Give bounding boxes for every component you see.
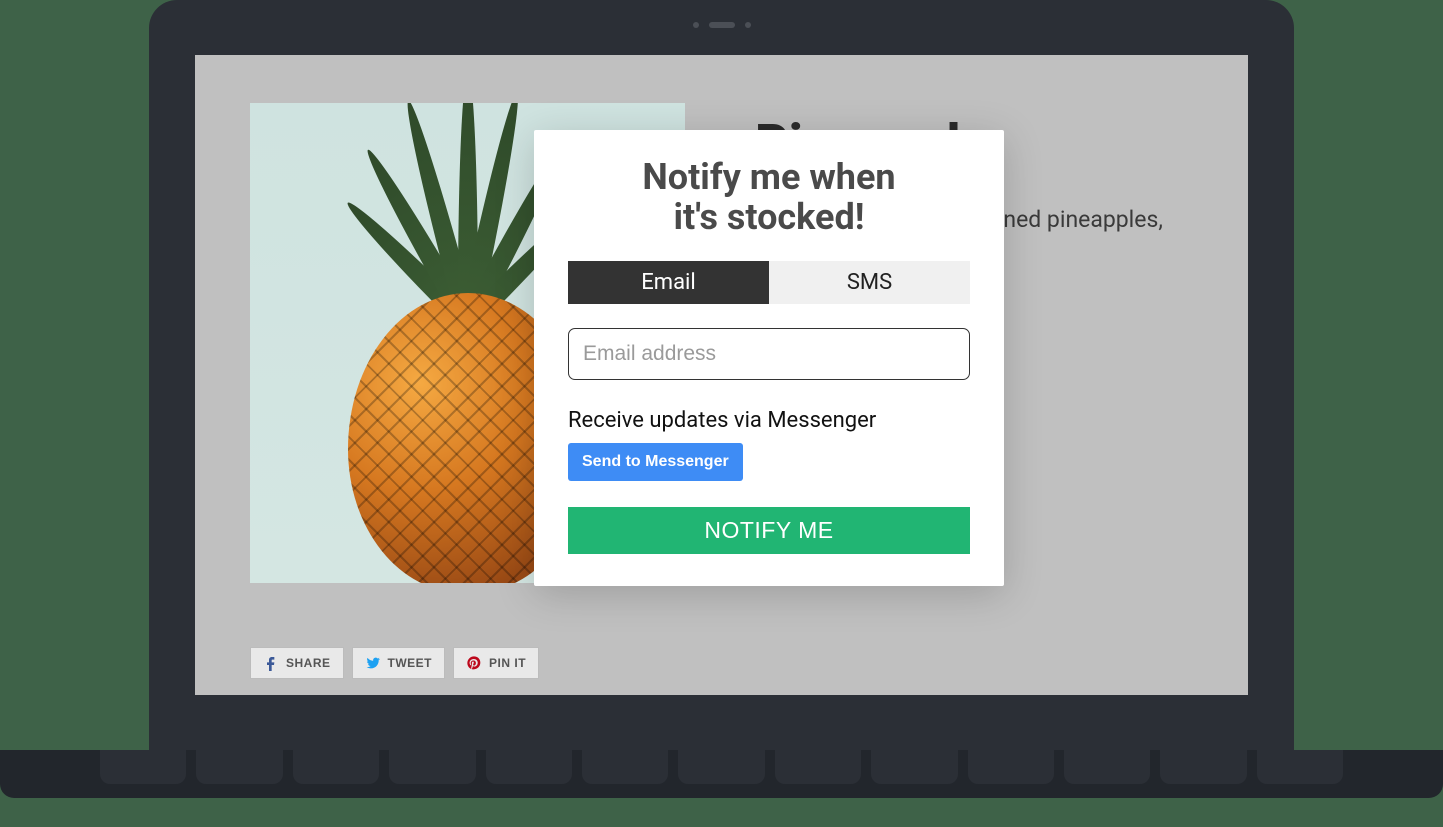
screen: Pineapple e dopest fruit on the canned p… — [195, 55, 1248, 695]
share-row: SHARE TWEET PIN IT — [250, 647, 539, 679]
twitter-icon — [365, 655, 381, 671]
modal-title-line2: it's stocked! — [673, 196, 864, 238]
camera-bar — [693, 22, 751, 28]
laptop-base — [0, 750, 1443, 798]
share-twitter-label: TWEET — [388, 656, 433, 670]
share-pinterest-button[interactable]: PIN IT — [453, 647, 539, 679]
share-facebook-label: SHARE — [286, 656, 331, 670]
notify-me-button[interactable]: NOTIFY ME — [568, 507, 970, 554]
tab-email[interactable]: Email — [568, 261, 769, 304]
tab-sms[interactable]: SMS — [769, 261, 970, 304]
keyboard-edge — [100, 750, 1343, 784]
share-twitter-button[interactable]: TWEET — [352, 647, 446, 679]
pinterest-icon — [466, 655, 482, 671]
notify-tabs: Email SMS — [568, 261, 970, 304]
laptop-frame: Pineapple e dopest fruit on the canned p… — [149, 0, 1294, 750]
modal-title-line1: Notify me when — [642, 156, 895, 198]
send-to-messenger-button[interactable]: Send to Messenger — [568, 443, 743, 481]
facebook-icon — [263, 655, 279, 671]
share-pinterest-label: PIN IT — [489, 656, 526, 670]
email-input[interactable] — [568, 328, 970, 380]
modal-title: Notify me when it's stocked! — [568, 158, 970, 237]
share-facebook-button[interactable]: SHARE — [250, 647, 344, 679]
notify-modal: Notify me when it's stocked! Email SMS R… — [534, 130, 1004, 586]
messenger-label: Receive updates via Messenger — [568, 408, 970, 433]
